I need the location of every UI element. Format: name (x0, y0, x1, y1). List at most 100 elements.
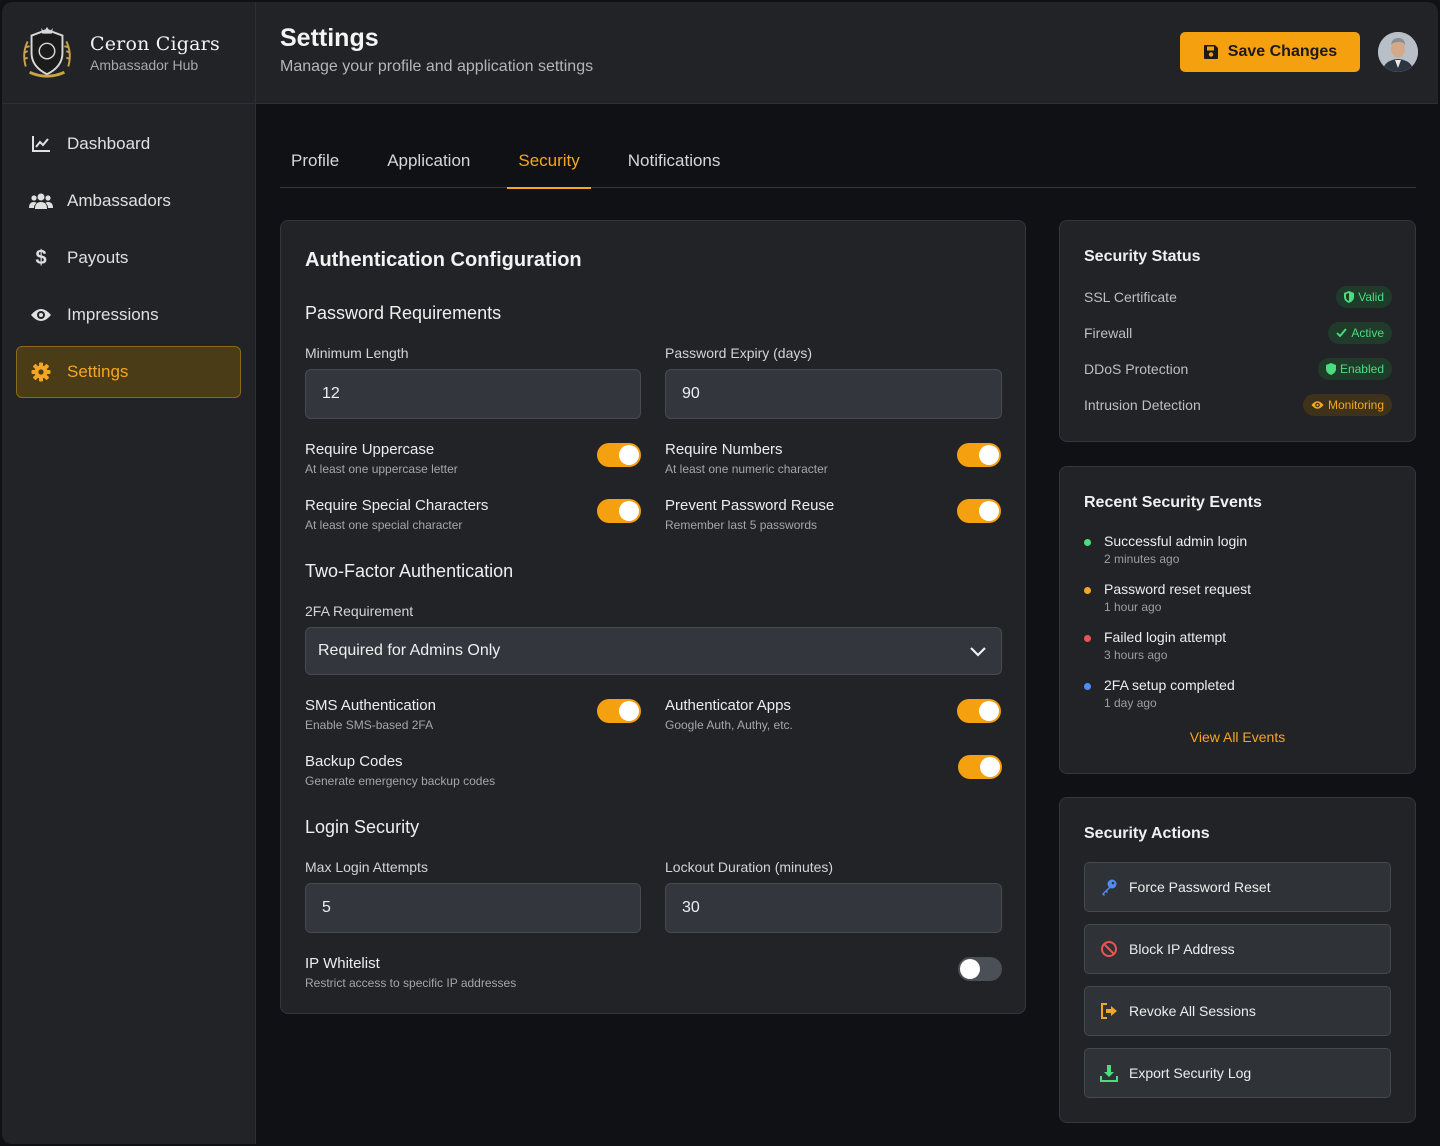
toggle-title: Require Uppercase (305, 441, 435, 458)
prevent-password-reuse-toggle[interactable] (957, 499, 1001, 523)
require-uppercase-toggle[interactable] (597, 443, 641, 467)
event-status-dot (1084, 635, 1091, 642)
toggle-title: Backup Codes (305, 753, 403, 770)
max-login-attempts-input[interactable]: 5 (305, 883, 641, 933)
event-time: 1 day ago (1104, 696, 1157, 710)
event-title: Successful admin login (1104, 533, 1248, 549)
tab-application[interactable]: Application (376, 134, 481, 188)
action-label: Block IP Address (1129, 941, 1235, 957)
tab-profile[interactable]: Profile (280, 134, 350, 188)
toggle-title: IP Whitelist (305, 955, 380, 972)
eye-icon (29, 303, 53, 327)
status-label: Intrusion Detection (1084, 397, 1201, 413)
require-numbers-toggle[interactable] (957, 443, 1001, 467)
check-icon (1336, 328, 1347, 338)
two-factor-title: Two-Factor Authentication (305, 561, 514, 581)
page-title: Settings (280, 24, 379, 52)
view-all-events-link[interactable]: View All Events (1060, 729, 1415, 745)
ip-whitelist-toggle[interactable] (958, 957, 1002, 981)
export-security-log-button[interactable]: Export Security Log (1084, 1048, 1391, 1098)
sidebar: Ceron Cigars Ambassador Hub Dashboard Am… (2, 2, 256, 1144)
page-subtitle: Manage your profile and application sett… (280, 58, 594, 75)
2fa-requirement-select[interactable]: Required for Admins Only (305, 627, 1002, 675)
status-row-ddos: DDoS Protection Enabled (1084, 357, 1392, 381)
toggle-title: Require Numbers (665, 441, 783, 458)
shield-icon (1325, 363, 1336, 375)
require-numbers-row: Require Numbers At least one numeric cha… (665, 441, 1001, 481)
sms-authentication-toggle[interactable] (597, 699, 641, 723)
status-badge: Valid (1336, 286, 1392, 308)
require-special-characters-toggle[interactable] (597, 499, 641, 523)
password-expiry-input[interactable]: 90 (665, 369, 1002, 419)
security-actions-card: Security Actions Force Password Reset Bl… (1059, 797, 1416, 1123)
card-title: Recent Security Events (1084, 494, 1262, 511)
toggle-description: At least one uppercase letter (305, 462, 458, 476)
event-title: Password reset request (1104, 581, 1252, 597)
toggle-description: Enable SMS-based 2FA (305, 718, 434, 732)
list-item: Successful admin login 2 minutes ago (1084, 533, 1384, 566)
list-item: Password reset request 1 hour ago (1084, 581, 1384, 614)
event-status-dot (1084, 539, 1091, 546)
floppy-disk-icon (1203, 45, 1218, 59)
action-label: Revoke All Sessions (1129, 1003, 1256, 1019)
settings-tabs: Profile Application Security Notificatio… (280, 134, 1416, 189)
sidebar-item-impressions[interactable]: Impressions (16, 289, 241, 341)
status-row-intrusion: Intrusion Detection Monitoring (1084, 393, 1392, 417)
event-status-dot (1084, 683, 1091, 690)
authentication-configuration-card: Authentication Configuration Password Re… (280, 220, 1026, 1014)
brand-crest-logo (23, 26, 71, 78)
toggle-description: Generate emergency backup codes (305, 774, 496, 788)
login-security-title: Login Security (305, 817, 420, 837)
status-label: Firewall (1084, 325, 1133, 341)
list-item: 2FA setup completed 1 day ago (1084, 677, 1384, 710)
event-title: 2FA setup completed (1104, 677, 1235, 693)
status-badge: Monitoring (1302, 394, 1392, 416)
gear-icon (29, 360, 53, 384)
list-item: Failed login attempt 3 hours ago (1084, 629, 1384, 662)
user-avatar[interactable] (1378, 32, 1418, 72)
tab-notifications[interactable]: Notifications (617, 134, 732, 188)
save-changes-button[interactable]: Save Changes (1180, 32, 1360, 72)
revoke-all-sessions-button[interactable]: Revoke All Sessions (1084, 986, 1391, 1036)
status-badge: Active (1328, 322, 1392, 344)
brand-subtitle: Ambassador Hub (90, 56, 199, 73)
event-time: 2 minutes ago (1104, 552, 1180, 566)
sidebar-item-settings[interactable]: Settings (16, 346, 241, 398)
tab-security[interactable]: Security (507, 134, 592, 189)
sidebar-item-payouts[interactable]: $ Payouts (16, 232, 241, 284)
sidebar-nav: Dashboard Ambassadors $ Payouts Impressi… (2, 104, 255, 417)
sidebar-item-dashboard[interactable]: Dashboard (16, 118, 241, 170)
download-icon (1099, 1063, 1119, 1083)
event-status-dot (1084, 587, 1091, 594)
eye-icon (1311, 401, 1324, 409)
chart-line-icon (29, 132, 53, 156)
authenticator-apps-toggle[interactable] (957, 699, 1001, 723)
backup-codes-row: Backup Codes Generate emergency backup c… (305, 753, 1002, 793)
sidebar-item-ambassadors[interactable]: Ambassadors (16, 175, 241, 227)
key-icon (1099, 877, 1119, 897)
card-title: Authentication Configuration (305, 249, 582, 271)
event-time: 1 hour ago (1104, 600, 1162, 614)
prevent-password-reuse-row: Prevent Password Reuse Remember last 5 p… (665, 497, 1001, 537)
lockout-duration-input[interactable]: 30 (665, 883, 1002, 933)
status-row-firewall: Firewall Active (1084, 321, 1392, 345)
sign-out-icon (1099, 1001, 1119, 1021)
toggle-title: Require Special Characters (305, 497, 489, 514)
authenticator-apps-row: Authenticator Apps Google Auth, Authy, e… (665, 697, 1001, 737)
backup-codes-toggle[interactable] (958, 755, 1002, 779)
block-ip-address-button[interactable]: Block IP Address (1084, 924, 1391, 974)
force-password-reset-button[interactable]: Force Password Reset (1084, 862, 1391, 912)
action-label: Force Password Reset (1129, 879, 1271, 895)
users-icon (29, 189, 53, 213)
sidebar-item-label: Dashboard (67, 134, 151, 153)
card-title: Security Actions (1084, 825, 1210, 842)
status-label: SSL Certificate (1084, 289, 1177, 305)
toggle-description: At least one numeric character (665, 462, 828, 476)
2fa-requirement-value: Required for Admins Only (318, 642, 501, 659)
minimum-length-input[interactable]: 12 (305, 369, 641, 419)
lockout-duration-label: Lockout Duration (minutes) (665, 859, 834, 875)
chevron-down-icon (970, 647, 986, 657)
event-title: Failed login attempt (1104, 629, 1227, 645)
toggle-title: Prevent Password Reuse (665, 497, 835, 514)
password-expiry-label: Password Expiry (days) (665, 345, 813, 361)
